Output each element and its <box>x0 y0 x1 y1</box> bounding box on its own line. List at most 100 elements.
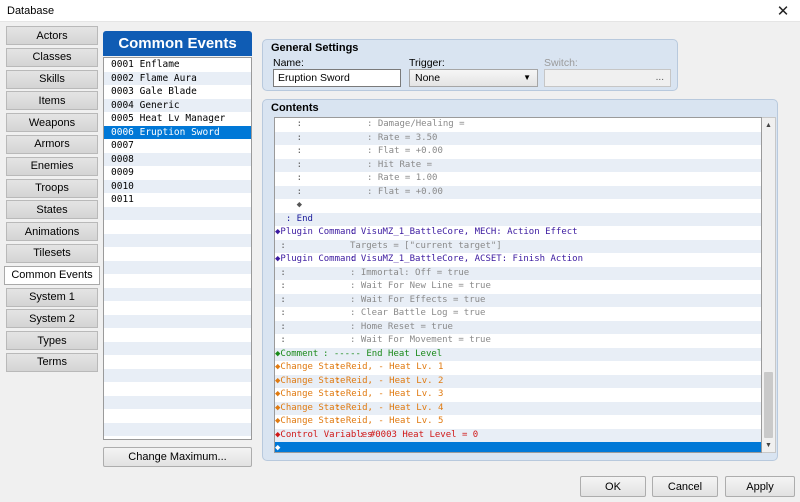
command-params: : Wait For Movement = true <box>350 335 491 345</box>
event-list-item[interactable]: 0011 <box>104 193 251 207</box>
tab-weapons[interactable]: Weapons <box>6 113 98 133</box>
event-list-item[interactable]: 0009 <box>104 166 251 180</box>
command-name: : <box>275 146 303 156</box>
command-row[interactable]: :: Wait For Effects = true <box>275 293 761 307</box>
event-list-item[interactable]: 0008 <box>104 152 251 166</box>
tab-troops[interactable]: Troops <box>6 178 98 198</box>
change-maximum-button[interactable]: Change Maximum... <box>103 447 252 467</box>
command-row[interactable]: ◆Plugin Command: VisuMZ_1_BattleCore, AC… <box>275 253 761 267</box>
database-tabs: Actors Classes Skills Items Weapons Armors Ene… <box>4 26 100 375</box>
event-list-item[interactable] <box>104 328 251 342</box>
command-row[interactable]: : End <box>275 212 761 226</box>
command-row[interactable]: :: Clear Battle Log = true <box>275 307 761 321</box>
command-row[interactable]: :: Home Reset = true <box>275 320 761 334</box>
tab-terms[interactable]: Terms <box>6 352 98 372</box>
tab-states[interactable]: States <box>6 200 98 220</box>
command-row[interactable]: ◆ <box>275 442 761 453</box>
event-list-item[interactable]: 0004 Generic <box>104 98 251 112</box>
scroll-thumb[interactable] <box>764 372 773 438</box>
event-list-item[interactable] <box>104 314 251 328</box>
command-params: : VisuMZ_1_BattleCore, MECH: Action Effe… <box>350 227 578 237</box>
switch-label: Switch: <box>544 57 578 69</box>
tab-armors[interactable]: Armors <box>6 134 98 154</box>
tab-enemies[interactable]: Enemies <box>6 156 98 176</box>
command-row[interactable]: ◆Change State: Reid, - Heat Lv. 1 <box>275 361 761 375</box>
tab-items[interactable]: Items <box>6 91 98 111</box>
event-list-item[interactable] <box>104 260 251 274</box>
command-row[interactable]: :: Immortal: Off = true <box>275 266 761 280</box>
command-name: : End <box>275 213 313 224</box>
command-row[interactable]: ◆Change State: Reid, - Heat Lv. 3 <box>275 388 761 402</box>
command-params: : Wait For New Line = true <box>350 281 491 291</box>
command-row[interactable]: :: Wait For Movement = true <box>275 334 761 348</box>
command-name: ◆ <box>275 443 281 453</box>
event-command-list[interactable]: :: Damage/Healing = :: Rate = 3.50 :: Fl… <box>274 117 762 453</box>
close-icon[interactable]: ✕ <box>766 0 800 22</box>
event-list-item[interactable] <box>104 409 251 423</box>
event-list-item[interactable] <box>104 422 251 436</box>
command-row[interactable]: ◆Change State: Reid, - Heat Lv. 5 <box>275 415 761 429</box>
apply-button[interactable]: Apply <box>725 476 795 497</box>
command-row[interactable]: :: Flat = +0.00 <box>275 185 761 199</box>
event-list-item[interactable] <box>104 368 251 382</box>
event-list-item[interactable] <box>104 274 251 288</box>
command-list-scrollbar[interactable]: ▲ ▼ <box>762 117 776 453</box>
tab-animations[interactable]: Animations <box>6 222 98 242</box>
event-list-item[interactable] <box>104 341 251 355</box>
tab-classes[interactable]: Classes <box>6 47 98 67</box>
command-params: : Hit Rate = <box>367 159 433 170</box>
command-name: : <box>275 281 286 291</box>
event-list-item[interactable]: 0010 <box>104 179 251 193</box>
command-row[interactable]: :: Rate = 3.50 <box>275 131 761 145</box>
scroll-up-icon[interactable]: ▲ <box>762 118 775 132</box>
tab-system-2[interactable]: System 2 <box>6 309 98 329</box>
event-list-item[interactable]: 0002 Flame Aura <box>104 71 251 85</box>
scroll-down-icon[interactable]: ▼ <box>762 438 775 452</box>
event-list-item[interactable] <box>104 220 251 234</box>
name-field[interactable]: Eruption Sword <box>273 69 401 87</box>
command-row[interactable]: :: Hit Rate = <box>275 158 761 172</box>
event-list-item[interactable]: 0007 <box>104 139 251 153</box>
event-list-item[interactable]: 0006 Eruption Sword <box>104 125 251 139</box>
event-list-item[interactable] <box>104 301 251 315</box>
command-params: : Home Reset = true <box>350 321 453 332</box>
event-list-item[interactable] <box>104 355 251 369</box>
tab-common-events[interactable]: Common Events <box>4 265 100 285</box>
tab-actors[interactable]: Actors <box>6 26 98 45</box>
command-row[interactable]: ◆Plugin Command: VisuMZ_1_BattleCore, ME… <box>275 226 761 240</box>
common-events-list[interactable]: 0001 Enflame 0002 Flame Aura 0003 Gale Bla… <box>103 57 252 440</box>
event-list-item[interactable] <box>104 395 251 409</box>
command-name: : <box>275 119 303 129</box>
command-name: : <box>275 294 286 305</box>
command-row[interactable]: :: Rate = 1.00 <box>275 172 761 186</box>
command-params: : Reid, - Heat Lv. 1 <box>335 362 444 372</box>
command-row[interactable]: ◆ <box>275 199 761 213</box>
command-row[interactable]: ◆Change State: Reid, - Heat Lv. 2 <box>275 374 761 388</box>
command-row[interactable]: ◆Comment: ----- End Heat Level <box>275 347 761 361</box>
event-list-item[interactable] <box>104 382 251 396</box>
tab-tilesets[interactable]: Tilesets <box>6 243 98 263</box>
command-params: : Clear Battle Log = true <box>350 308 486 318</box>
tab-types[interactable]: Types <box>6 331 98 351</box>
ellipsis-icon: ... <box>655 72 664 83</box>
ok-button[interactable]: OK <box>580 476 646 497</box>
command-row[interactable]: : : Flat = +0.00 <box>275 145 761 159</box>
command-params: : Flat = +0.00 <box>367 146 443 156</box>
command-name: : <box>275 267 286 278</box>
command-row[interactable]: :: Damage/Healing = <box>275 118 761 132</box>
tab-skills[interactable]: Skills <box>6 69 98 89</box>
tab-system-1[interactable]: System 1 <box>6 287 98 307</box>
cancel-button[interactable]: Cancel <box>652 476 718 497</box>
event-list-item[interactable] <box>104 247 251 261</box>
event-list-item[interactable] <box>104 206 251 220</box>
event-list-item[interactable]: 0003 Gale Blade <box>104 85 251 99</box>
command-row[interactable]: ◆Control Variables: #0003 Heat Level = 0 <box>275 428 761 442</box>
command-row[interactable]: ◆Change State: Reid, - Heat Lv. 4 <box>275 401 761 415</box>
event-list-item[interactable]: 0001 Enflame <box>104 58 251 72</box>
trigger-select[interactable]: None ▼ <box>409 69 538 87</box>
command-row[interactable]: : : Wait For New Line = true <box>275 280 761 294</box>
event-list-item[interactable] <box>104 233 251 247</box>
event-list-item[interactable]: 0005 Heat Lv Manager <box>104 112 251 126</box>
event-list-item[interactable] <box>104 287 251 301</box>
command-row[interactable]: : Targets = ["current target"] <box>275 239 761 253</box>
